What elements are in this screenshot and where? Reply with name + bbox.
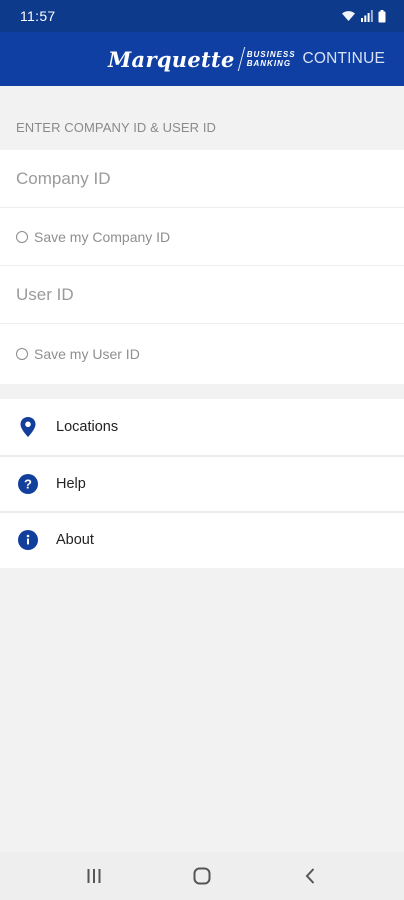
menu-label-help: Help	[56, 475, 86, 492]
menu-item-help[interactable]: ? Help	[0, 456, 404, 511]
logo-line-1: BUSINESS	[246, 50, 296, 59]
menu-item-about[interactable]: About	[0, 512, 404, 567]
company-id-input[interactable]	[16, 168, 386, 189]
logo-divider	[237, 47, 245, 71]
menu-label-locations: Locations	[56, 418, 119, 435]
menu-item-locations[interactable]: Locations	[0, 399, 404, 454]
battery-icon	[378, 9, 386, 23]
continue-button[interactable]: CONTINUE	[302, 50, 385, 68]
status-time: 11:57	[20, 8, 56, 24]
back-icon[interactable]	[290, 856, 330, 896]
login-form: Save my Company ID Save my User ID	[0, 150, 404, 384]
info-icon	[18, 529, 38, 550]
status-icons	[341, 9, 386, 23]
app-header: Marquette BUSINESS BANKING CONTINUE	[0, 32, 404, 86]
logo-subtitle: BUSINESS BANKING	[247, 50, 296, 68]
home-icon[interactable]	[182, 856, 222, 896]
save-company-id-toggle[interactable]: Save my Company ID	[0, 208, 404, 266]
save-company-id-radio[interactable]	[16, 230, 28, 243]
help-icon: ?	[18, 473, 38, 494]
location-pin-icon	[18, 416, 38, 437]
logo-line-2: BANKING	[246, 59, 292, 68]
user-id-input[interactable]	[16, 284, 386, 305]
recent-apps-icon[interactable]	[74, 856, 114, 896]
company-id-row	[0, 150, 404, 208]
status-bar: 11:57	[0, 0, 404, 32]
brand-logo: Marquette BUSINESS BANKING	[108, 42, 296, 76]
save-user-id-radio[interactable]	[16, 348, 28, 360]
svg-text:?: ?	[24, 476, 32, 491]
menu-list: Locations ? Help About	[0, 399, 404, 568]
user-id-row	[0, 266, 404, 324]
menu-label-about: About	[56, 531, 94, 548]
save-user-id-toggle[interactable]: Save my User ID	[0, 324, 404, 384]
save-user-id-label: Save my User ID	[34, 346, 140, 362]
logo-script: Marquette	[108, 46, 235, 72]
wifi-icon	[341, 10, 356, 22]
signal-icon	[361, 10, 373, 22]
system-nav-bar	[0, 852, 404, 900]
save-company-id-label: Save my Company ID	[34, 228, 171, 245]
section-title: ENTER COMPANY ID & USER ID	[16, 120, 217, 135]
